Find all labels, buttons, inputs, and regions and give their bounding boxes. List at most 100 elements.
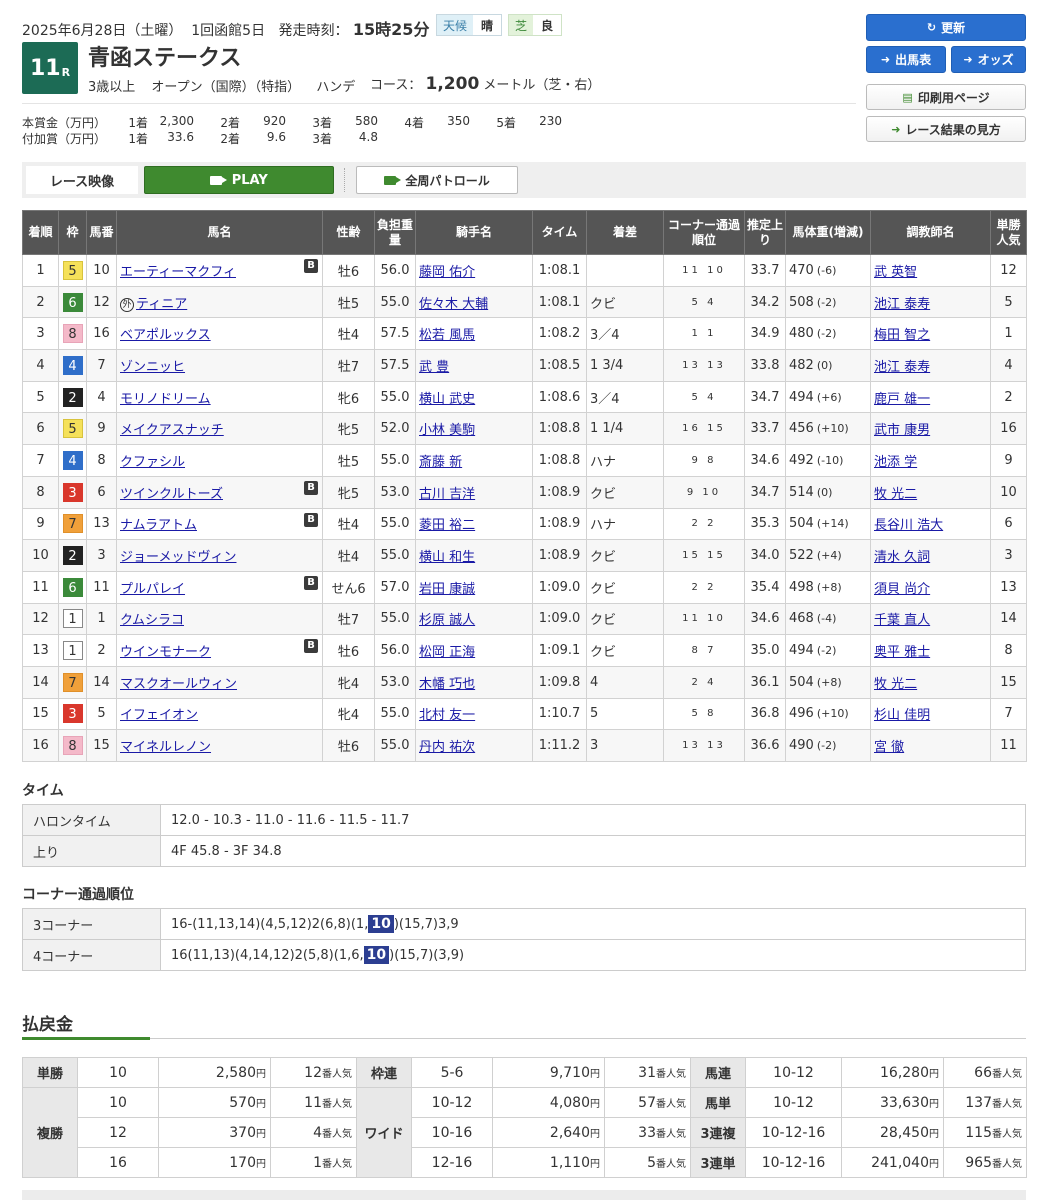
win-popularity: 5: [990, 285, 1027, 319]
body-weight-cell: 508 (-2): [785, 285, 871, 319]
horse-name-link[interactable]: プルパレイ: [120, 582, 185, 597]
jockey-link[interactable]: 小林 美駒: [419, 423, 475, 438]
body-weight-cell: 468 (-4): [785, 602, 871, 636]
wakuren-popularity: 31番人気: [604, 1057, 691, 1088]
finish-time: 1:09.1: [532, 634, 587, 667]
jockey-link[interactable]: 木幡 巧也: [419, 677, 475, 692]
entries-label: 出馬表: [895, 53, 932, 67]
wide-amount: 4,080円: [492, 1087, 605, 1118]
trainer-link[interactable]: 長谷川 浩大: [874, 518, 943, 533]
sanrentan-popularity: 965番人気: [943, 1147, 1027, 1178]
jockey-link[interactable]: 松岡 正海: [419, 645, 475, 660]
horse-name-link[interactable]: マスクオールウィン: [120, 677, 237, 692]
trainer-link[interactable]: 須貝 尚介: [874, 582, 930, 597]
weather-chips: 天候 晴 芝 良: [436, 14, 563, 36]
horse-name-link[interactable]: モリノドリーム: [120, 392, 211, 407]
finish-position: 14: [22, 665, 59, 699]
jockey-link[interactable]: 杉原 誠人: [419, 613, 475, 628]
trainer-link[interactable]: 牧 光二: [874, 487, 917, 502]
horse-name-cell: クファシル: [116, 444, 323, 477]
race-number-badge: 11 R: [22, 42, 78, 94]
entries-button[interactable]: ➜ 出馬表: [866, 46, 946, 73]
horse-name-link[interactable]: イフェイオン: [120, 708, 198, 723]
jockey-link[interactable]: 岩田 康誠: [419, 582, 475, 597]
sex-age: 牝6: [322, 380, 375, 414]
horse-name-cell: モリノドリーム: [116, 380, 323, 414]
gate-cell: 3: [58, 697, 87, 731]
trainer-link[interactable]: 杉山 佳明: [874, 708, 930, 723]
patrol-button[interactable]: 全周パトロール: [356, 166, 518, 194]
jockey-link[interactable]: 藤岡 佑介: [419, 265, 475, 280]
sex-age: 牡6: [322, 634, 375, 667]
margin: 3: [586, 729, 664, 762]
horse-name-link[interactable]: ティニア: [136, 297, 187, 312]
jockey-link[interactable]: 古川 吉洋: [419, 487, 475, 502]
horse-name-link[interactable]: ナムラアトム: [120, 518, 197, 533]
horse-name-link[interactable]: ツインクルトーズ: [120, 487, 223, 502]
jockey-link[interactable]: 横山 和生: [419, 550, 475, 565]
jockey-link[interactable]: 横山 武史: [419, 392, 475, 407]
corner-positions: 5 8: [663, 697, 745, 731]
odds-button[interactable]: ➜ オッズ: [951, 46, 1026, 73]
horse-name-link[interactable]: メイクアスナッチ: [120, 423, 224, 438]
trainer-link[interactable]: 池添 学: [874, 455, 917, 470]
track-label: 芝: [509, 15, 534, 35]
column-header: 推定上り: [744, 210, 786, 255]
trainer-link[interactable]: 牧 光二: [874, 677, 917, 692]
jockey-link[interactable]: 松若 風馬: [419, 328, 475, 343]
trainer-link[interactable]: 池江 泰寿: [874, 360, 930, 375]
jockey-link[interactable]: 武 豊: [419, 360, 449, 375]
payout-amount-value: 28,450: [880, 1124, 929, 1141]
body-weight: 492: [789, 452, 814, 468]
jockey-link[interactable]: 北村 友一: [419, 708, 475, 723]
trainer-link[interactable]: 鹿戸 雄一: [874, 392, 930, 407]
print-page-button[interactable]: ▤ 印刷用ページ: [866, 84, 1026, 110]
trainer-link[interactable]: 宮 徹: [874, 740, 904, 755]
trainer-link[interactable]: 武 英智: [874, 265, 917, 280]
blinker-icon: B: [304, 575, 318, 590]
margin: クビ: [586, 602, 664, 636]
body-weight-cell: 494 (-2): [785, 634, 871, 667]
horse-number: 7: [86, 349, 117, 382]
horse-name-link[interactable]: マイネルレノン: [120, 740, 211, 755]
win-popularity: 4: [990, 349, 1027, 382]
horse-number: 9: [86, 412, 117, 446]
horse-name-link[interactable]: ウインモナーク: [120, 645, 211, 660]
wakuren-amount: 9,710円: [492, 1057, 605, 1088]
horse-name-link[interactable]: クムシラコ: [120, 613, 184, 628]
trainer-link[interactable]: 千葉 直人: [874, 613, 930, 628]
jockey-link[interactable]: 丹内 祐次: [419, 740, 475, 755]
horse-name-link[interactable]: ジョーメッドヴィン: [120, 550, 236, 565]
horse-name-link[interactable]: ゾンニッヒ: [120, 360, 185, 375]
trainer-link[interactable]: 清水 久詞: [874, 550, 930, 565]
last-3f: 34.7: [744, 475, 786, 509]
horse-number: 10: [86, 254, 117, 287]
trainer-link[interactable]: 池江 泰寿: [874, 297, 930, 312]
carried-weight: 57.5: [374, 317, 416, 351]
body-weight-change: (-2): [816, 644, 837, 658]
finish-position: 13: [22, 634, 59, 667]
column-header: 負担重量: [374, 210, 416, 255]
jockey-cell: 松若 風馬: [415, 317, 533, 351]
prize-value: 4.8: [358, 130, 378, 144]
horse-name-link[interactable]: ベアポルックス: [120, 328, 211, 343]
body-weight-change: (+10): [816, 707, 849, 721]
horse-name-cell: ツインクルトーズ B: [116, 475, 323, 509]
refresh-button[interactable]: ↻ 更新: [866, 14, 1026, 41]
howto-button[interactable]: ➜ レース結果の見方: [866, 116, 1026, 142]
sanrenpuku-label: 3連複: [690, 1117, 746, 1148]
trainer-link[interactable]: 梅田 智之: [874, 328, 930, 343]
jockey-link[interactable]: 斎藤 新: [419, 455, 462, 470]
corner3-order-pre: 16-(11,13,14)(4,5,12)2(6,8)(1,: [171, 917, 369, 932]
wide-amount: 2,640円: [492, 1117, 605, 1148]
trainer-link[interactable]: 武市 康男: [874, 423, 930, 438]
race-name: 青函ステークス: [88, 46, 242, 71]
play-button[interactable]: PLAY: [144, 166, 334, 194]
trainer-cell: 清水 久詞: [870, 539, 991, 572]
horse-name-link[interactable]: エーティーマクフィ: [120, 265, 236, 280]
trainer-link[interactable]: 奥平 雅士: [874, 645, 930, 660]
horse-name-link[interactable]: クファシル: [120, 455, 185, 470]
jockey-link[interactable]: 菱田 裕二: [419, 518, 475, 533]
jockey-cell: 松岡 正海: [415, 634, 533, 667]
jockey-link[interactable]: 佐々木 大輔: [419, 297, 488, 312]
